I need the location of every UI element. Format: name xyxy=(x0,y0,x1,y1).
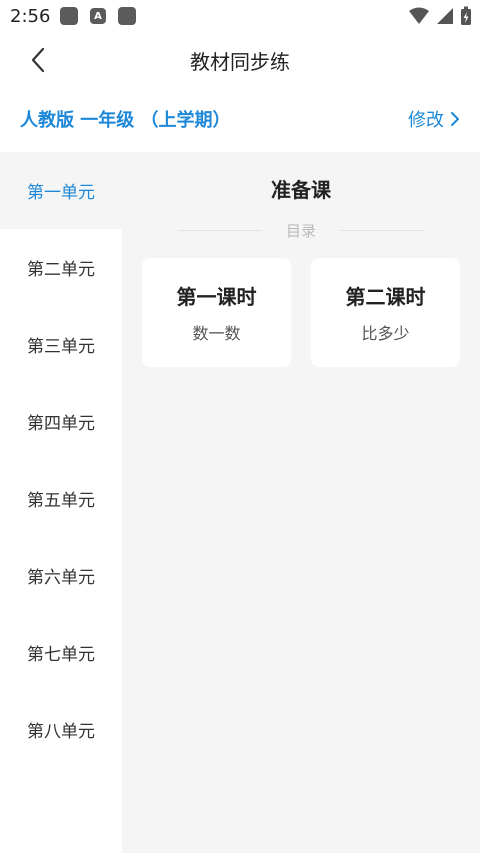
sidebar-item-unit-1[interactable]: 第一单元 xyxy=(0,152,122,229)
section-title: 准备课 xyxy=(271,178,331,202)
edition-bar: 人教版 一年级 （上学期） 修改 xyxy=(0,96,480,142)
sidebar-item-label: 第八单元 xyxy=(27,722,95,742)
unit-sidebar: 第一单元 第二单元 第三单元 第四单元 第五单元 第六单元 第七单元 第八单元 xyxy=(0,152,122,853)
lesson-title: 第一课时 xyxy=(176,285,257,309)
notification-app-icon xyxy=(60,7,78,25)
sidebar-item-label: 第五单元 xyxy=(27,491,95,511)
status-time: 2:56 xyxy=(10,6,51,27)
sidebar-item-label: 第四单元 xyxy=(27,414,95,434)
divider-line-left xyxy=(178,230,262,231)
signal-icon xyxy=(437,8,453,24)
sidebar-item-unit-6[interactable]: 第六单元 xyxy=(0,537,122,614)
status-right xyxy=(408,6,472,26)
catalog-label: 目录 xyxy=(286,222,317,240)
notification-app-icon-2 xyxy=(118,7,136,25)
sidebar-item-label: 第六单元 xyxy=(27,568,95,588)
wifi-icon xyxy=(409,7,429,24)
divider-line-right xyxy=(340,230,425,231)
status-bar: 2:56 A xyxy=(0,0,480,34)
notification-a-letter: A xyxy=(94,10,102,22)
lesson-cards: 第一课时 数一数 第二课时 比多少 xyxy=(142,258,460,367)
lesson-content-panel: 准备课 目录 第一课时 数一数 第二课时 比多少 xyxy=(122,152,480,853)
sidebar-item-unit-2[interactable]: 第二单元 xyxy=(0,229,122,306)
notification-a-icon: A xyxy=(90,8,106,24)
lesson-subtitle: 比多少 xyxy=(361,324,410,343)
catalog-divider: 目录 xyxy=(178,220,425,241)
edit-edition-button[interactable]: 修改 xyxy=(408,106,460,132)
lesson-card-1[interactable]: 第一课时 数一数 xyxy=(142,258,291,367)
sidebar-item-unit-8[interactable]: 第八单元 xyxy=(0,691,122,768)
sidebar-item-label: 第二单元 xyxy=(27,260,95,280)
edition-label: 人教版 一年级 （上学期） xyxy=(20,110,231,131)
sidebar-item-unit-5[interactable]: 第五单元 xyxy=(0,460,122,537)
page-title: 教材同步练 xyxy=(190,50,290,74)
lesson-subtitle: 数一数 xyxy=(192,324,241,343)
lesson-title: 第二课时 xyxy=(345,285,426,309)
nav-bar: 教材同步练 xyxy=(0,34,480,86)
lesson-card-2[interactable]: 第二课时 比多少 xyxy=(311,258,460,367)
sidebar-item-label: 第三单元 xyxy=(27,337,95,357)
sidebar-item-unit-3[interactable]: 第三单元 xyxy=(0,306,122,383)
sidebar-item-label: 第一单元 xyxy=(27,183,95,203)
sidebar-item-unit-4[interactable]: 第四单元 xyxy=(0,383,122,460)
battery-charging-icon xyxy=(461,6,471,25)
sidebar-item-unit-7[interactable]: 第七单元 xyxy=(0,614,122,691)
edit-label: 修改 xyxy=(408,110,444,131)
sidebar-item-label: 第七单元 xyxy=(27,645,95,665)
chevron-right-icon xyxy=(451,112,459,126)
